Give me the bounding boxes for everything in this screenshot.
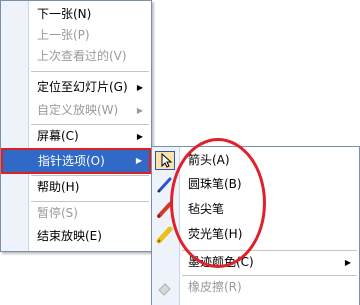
menu-item-label: 暂停(S) [37,206,78,220]
menu-separator [182,250,357,251]
menu-item-label: 帮助(H) [37,180,80,194]
felt-tip-pen-icon [155,200,175,219]
menu-separator [31,71,149,72]
menu-item-label: 荧光笔(H) [188,227,243,241]
submenu-arrow-icon: ▶ [136,106,143,115]
ballpoint-pen-icon [155,175,175,194]
menu-item-pause[interactable]: 暂停(S) [1,203,151,224]
menu-item-pointer-options[interactable]: 指针选项(O) ▶ [1,148,151,174]
menu-item-label: 下一张(N) [37,7,92,21]
menu-item-label: 橡皮擦(R) [188,280,242,294]
submenu-item-ballpoint-pen[interactable]: 圆珠笔(B) [152,174,359,195]
menu-item-label: 箭头(A) [188,153,230,167]
menu-separator [182,275,357,276]
menu-item-label: 圆珠笔(B) [188,177,242,191]
menu-item-label: 结束放映(E) [37,229,102,243]
menu-item-end-show[interactable]: 结束放映(E) [1,226,151,247]
menu-item-label: 定位至幻灯片(G) [37,80,128,94]
submenu-item-highlighter[interactable]: 荧光笔(H) [152,224,359,245]
menu-item-label: 自定义放映(W) [37,103,119,117]
submenu-item-arrow[interactable]: 箭头(A) [152,150,359,171]
submenu-arrow-icon: ▶ [344,258,351,267]
menu-item-label: 上次查看过的(V) [37,49,127,63]
menu-item-previous[interactable]: 上一张(P) [1,25,151,46]
eraser-icon [155,278,175,297]
slideshow-context-menu: 下一张(N) 上一张(P) 上次查看过的(V) 定位至幻灯片(G) ▶ 自定义放… [0,0,152,252]
submenu-item-felt-tip-pen[interactable]: 毡尖笔 [152,199,359,220]
submenu-item-eraser[interactable]: 橡皮擦(R) [152,277,359,298]
submenu-arrow-icon: ▶ [136,83,143,92]
menu-item-last-viewed[interactable]: 上次查看过的(V) [1,46,151,67]
menu-item-label: 毡尖笔 [188,202,225,216]
menu-separator [31,201,149,202]
menu-item-screen[interactable]: 屏幕(C) ▶ [1,126,151,147]
menu-item-custom-show[interactable]: 自定义放映(W) ▶ [1,100,151,121]
menu-separator [31,124,149,125]
menu-item-label: 指针选项(O) [38,154,105,168]
submenu-arrow-icon: ▶ [135,156,142,165]
arrow-pointer-icon [155,151,175,170]
menu-item-label: 墨迹颜色(C) [188,255,254,269]
menu-item-help[interactable]: 帮助(H) [1,177,151,198]
menu-item-label: 上一张(P) [37,28,90,42]
menu-separator [31,175,149,176]
submenu-arrow-icon: ▶ [136,132,143,141]
submenu-item-ink-color[interactable]: 墨迹颜色(C) ▶ [152,252,359,273]
menu-item-label: 屏幕(C) [37,129,79,143]
menu-item-next[interactable]: 下一张(N) [1,4,151,25]
menu-item-go-to-slide[interactable]: 定位至幻灯片(G) ▶ [1,77,151,98]
pointer-options-submenu: 箭头(A) 圆珠笔(B) 毡尖笔 荧光笔(H) 墨迹颜色(C) ▶ 橡皮擦(R) [151,146,360,305]
highlighter-icon [155,225,175,244]
